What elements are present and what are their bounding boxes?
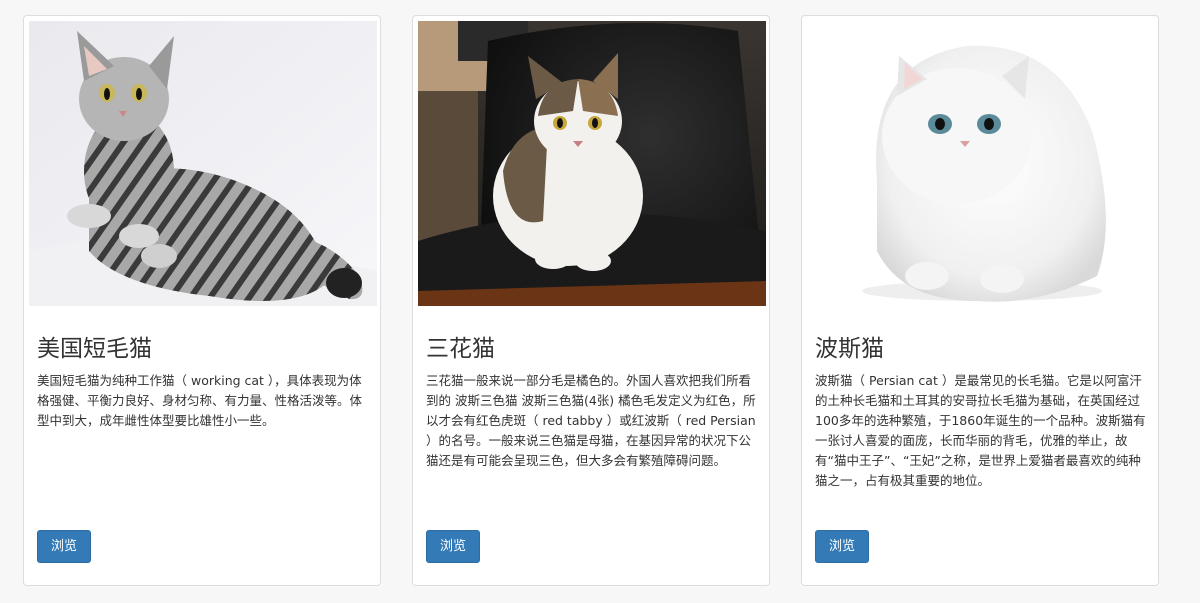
browse-button[interactable]: 浏览	[815, 530, 869, 563]
cat-image-persian	[807, 21, 1155, 306]
browse-button[interactable]: 浏览	[37, 530, 91, 563]
cat-image-american-shorthair	[29, 21, 377, 306]
cat-card-american-shorthair: 美国短毛猫 美国短毛猫为纯种工作猫（ working cat ），具体表现为体格…	[23, 15, 381, 586]
card-description: 三花猫一般来说一部分毛是橘色的。外国人喜欢把我们所看到的 波斯三色猫 波斯三色猫…	[426, 373, 756, 468]
card-title: 美国短毛猫	[37, 336, 152, 362]
cat-image-calico	[418, 21, 766, 306]
browse-button[interactable]: 浏览	[426, 530, 480, 563]
card-description: 波斯猫（ Persian cat ）是最常见的长毛猫。它是以阿富汗的土种长毛猫和…	[815, 373, 1146, 488]
cat-card-persian: 波斯猫 波斯猫（ Persian cat ）是最常见的长毛猫。它是以阿富汗的土种…	[801, 15, 1159, 586]
card-title: 三花猫	[426, 336, 495, 362]
cat-card-calico: 三花猫 三花猫一般来说一部分毛是橘色的。外国人喜欢把我们所看到的 波斯三色猫 波…	[412, 15, 770, 586]
card-title: 波斯猫	[815, 336, 884, 362]
page: 美国短毛猫 美国短毛猫为纯种工作猫（ working cat ），具体表现为体格…	[0, 0, 1200, 603]
card-description: 美国短毛猫为纯种工作猫（ working cat ），具体表现为体格强健、平衡力…	[37, 373, 363, 428]
